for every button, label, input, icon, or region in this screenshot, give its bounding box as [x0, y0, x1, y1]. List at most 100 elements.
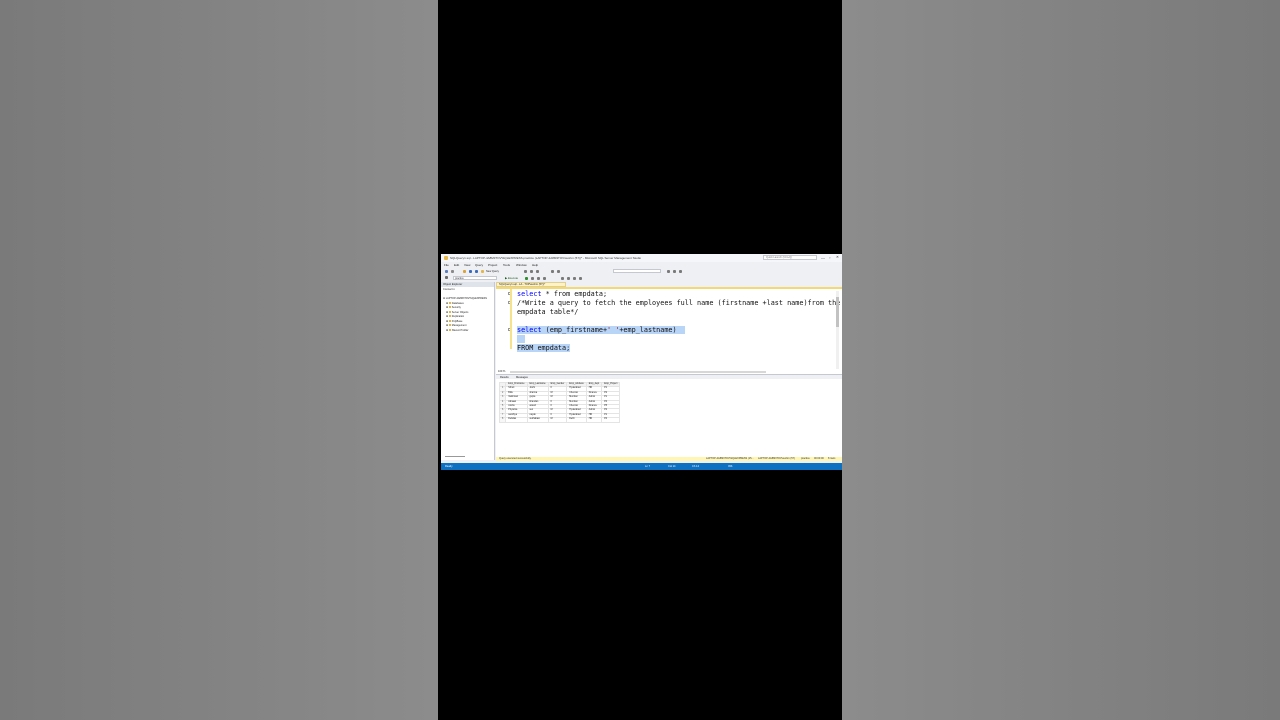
- status-char: Ch 14: [692, 465, 699, 468]
- back-icon[interactable]: [445, 270, 448, 273]
- server-node-label: LAPTOP-4A8M3TOV\SQLEXPRESS: [445, 297, 487, 300]
- copy-icon[interactable]: [530, 270, 533, 273]
- grid-cell[interactable]: HR: [585, 417, 603, 423]
- tree-node-xevent-profiler[interactable]: ⊞ XEvent Profiler: [446, 329, 468, 332]
- query-options-icon[interactable]: [537, 276, 540, 280]
- code-keyword: select: [517, 290, 542, 298]
- parse-icon[interactable]: [525, 276, 528, 280]
- tree-node-server-objects[interactable]: ⊞ Server Objects: [446, 311, 468, 314]
- indent-icon[interactable]: [573, 276, 576, 280]
- scroll-thumb[interactable]: [836, 297, 839, 327]
- server-node[interactable]: ⊟ LAPTOP-4A8M3TOV\SQLEXPRESS: [443, 297, 487, 300]
- zoom-level[interactable]: 100 %: [498, 370, 505, 373]
- open-icon[interactable]: [463, 270, 466, 273]
- redo-icon[interactable]: [557, 270, 560, 273]
- tree-node-label: Management: [451, 324, 467, 327]
- outdent-icon[interactable]: [579, 276, 582, 280]
- toolbox-icon[interactable]: [673, 270, 676, 273]
- menu-project[interactable]: Project: [488, 263, 497, 267]
- selected-code: FROM empdata;: [517, 344, 571, 352]
- code-text: * from empdata;: [541, 290, 608, 298]
- status-database: practice: [801, 457, 810, 460]
- folder-icon: [448, 324, 451, 327]
- connect-icon[interactable]: [445, 276, 448, 279]
- results-grid[interactable]: Emp_Firstname Emp_Lastname Emp_Gender Em…: [498, 381, 621, 423]
- paste-icon[interactable]: [536, 270, 539, 273]
- grid-cell[interactable]: P4: [601, 417, 621, 423]
- editor-gutter: [496, 289, 512, 374]
- code-text: (emp_firstname+: [541, 326, 608, 334]
- tree-node-security[interactable]: ⊞ Security: [446, 306, 461, 309]
- folder-icon: [448, 310, 451, 313]
- object-explorer-panel: Object Explorer Connect ▾ ⊟ LAPTOP-4A8M3…: [441, 282, 495, 460]
- forward-icon[interactable]: [451, 270, 454, 273]
- code-line-5: select (emp_firstname+' '+emp_lastname): [517, 326, 685, 335]
- folder-icon: [448, 319, 451, 322]
- grid-cell[interactable]: Debdas: [505, 417, 528, 423]
- properties-icon[interactable]: [667, 270, 670, 273]
- grid-cell[interactable]: Delhi: [566, 417, 587, 423]
- tree-node-label: Databases: [451, 301, 464, 305]
- maximize-button[interactable]: ▫: [829, 255, 830, 260]
- grid-cell[interactable]: sukhabasi: [526, 417, 549, 423]
- menu-query[interactable]: Query: [475, 263, 483, 267]
- code-line-2: /*Write a query to fetch the employees f…: [517, 299, 841, 307]
- code-line-6: [517, 335, 526, 344]
- folder-icon: [448, 306, 451, 309]
- tree-node-polybase[interactable]: ⊞ PolyBase: [446, 320, 462, 323]
- save-icon[interactable]: [469, 270, 472, 273]
- editor-vscrollbar[interactable]: [836, 291, 839, 369]
- minimize-button[interactable]: —: [821, 255, 825, 260]
- tree-node-management[interactable]: ⊞ Management: [446, 324, 466, 327]
- quick-launch-input[interactable]: Quick Launch (Ctrl+Q): [763, 255, 817, 260]
- connect-dropdown[interactable]: Connect ▾: [443, 288, 455, 291]
- column-header[interactable]: Emp_Project: [601, 381, 621, 388]
- cut-icon[interactable]: [524, 270, 527, 273]
- save-all-icon[interactable]: [475, 270, 478, 273]
- tree-node-label: PolyBase: [451, 319, 463, 323]
- code-line-7: FROM empdata;: [517, 344, 571, 353]
- query-status-message: Query executed successfully.: [499, 457, 532, 460]
- table-row[interactable]: 8 Debdas sukhabasi M Delhi HR P4: [498, 417, 621, 423]
- menu-help[interactable]: Help: [532, 263, 538, 267]
- menu-edit[interactable]: Edit: [454, 263, 459, 267]
- code-string: ' ': [607, 326, 620, 334]
- solution-config-combo[interactable]: [613, 269, 661, 273]
- display-plan-icon[interactable]: [531, 276, 534, 280]
- menu-tools[interactable]: Tools: [503, 263, 510, 267]
- undo-icon[interactable]: [551, 270, 554, 273]
- new-query-icon[interactable]: [481, 270, 484, 273]
- menu-window[interactable]: Window: [516, 263, 527, 267]
- editor-hscrollbar[interactable]: [510, 371, 766, 373]
- menu-file[interactable]: File: [444, 263, 449, 267]
- execute-button[interactable]: ▶ Execute: [505, 276, 518, 280]
- background-left: [0, 0, 438, 720]
- selected-code: select (emp_firstname+' '+emp_lastname): [517, 326, 685, 334]
- tree-node-databases[interactable]: ⊞ Databases: [446, 302, 464, 305]
- menu-view[interactable]: View: [464, 263, 470, 267]
- options-icon[interactable]: [679, 270, 682, 273]
- comment-icon[interactable]: [561, 276, 564, 280]
- status-ready: Ready: [445, 465, 453, 468]
- close-button[interactable]: ✕: [836, 255, 839, 259]
- new-query-button[interactable]: New Query: [486, 270, 499, 273]
- column-header[interactable]: Emp_Gender: [547, 381, 568, 388]
- uncomment-icon[interactable]: [567, 276, 570, 280]
- grid-cell[interactable]: M: [547, 417, 568, 423]
- results-to-grid-icon[interactable]: [543, 276, 546, 280]
- window-title: SQLQuery1.sql - LAPTOP-4A8M3TOV\SQLEXPRE…: [450, 256, 642, 260]
- status-bar: Ready Ln 7 Col 14 Ch 14 INS: [441, 463, 842, 470]
- execute-label: Execute: [507, 276, 519, 280]
- database-selector[interactable]: practice: [453, 276, 497, 280]
- tree-node-replication[interactable]: ⊞ Replication: [446, 315, 464, 318]
- selected-code: [517, 335, 526, 343]
- column-header[interactable]: Emp_Lastname: [526, 381, 549, 388]
- code-text: +emp_lastname): [619, 326, 677, 334]
- status-line: Ln 7: [645, 465, 651, 468]
- folder-icon: [448, 301, 451, 304]
- code-line-1: select * from empdata;: [517, 290, 607, 299]
- query-editor[interactable]: select * from empdata; /*Write a query t…: [496, 287, 842, 374]
- change-marker: [510, 289, 512, 349]
- status-user: LAPTOP-4A8M3TOV\sushm (57): [758, 457, 795, 460]
- object-explorer-hscrollbar[interactable]: [445, 456, 465, 457]
